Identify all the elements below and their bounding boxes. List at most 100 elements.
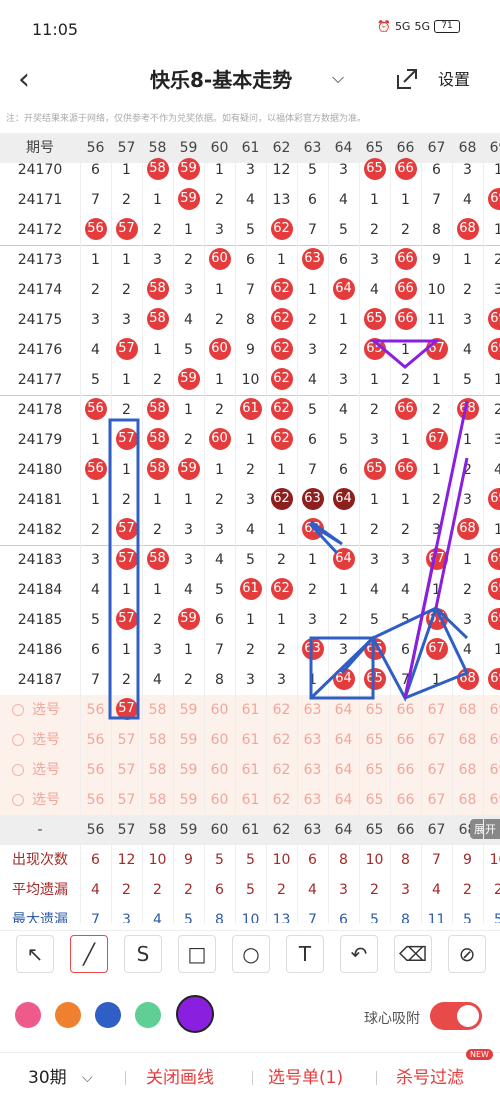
pick-cell[interactable]: 56: [80, 755, 111, 785]
pick-cell[interactable]: 58: [142, 755, 173, 785]
pick-cell[interactable]: 63: [297, 785, 328, 815]
pick-cell[interactable]: 57: [111, 695, 142, 725]
pick-cell[interactable]: 60: [204, 785, 235, 815]
pick-cell[interactable]: 62: [266, 725, 297, 755]
pick-cell[interactable]: 69: [483, 755, 500, 785]
pick-cell[interactable]: 69: [483, 695, 500, 725]
pick-cell[interactable]: 61: [235, 725, 266, 755]
eraser-tool[interactable]: ⌫: [394, 935, 432, 973]
pick-cell[interactable]: 64: [328, 695, 359, 725]
pick-cell[interactable]: 62: [266, 785, 297, 815]
pick-radio[interactable]: [12, 704, 24, 716]
pick-cell[interactable]: 66: [390, 695, 421, 725]
color-swatch[interactable]: [95, 1002, 121, 1028]
pick-cell[interactable]: 68: [452, 785, 483, 815]
pick-cell[interactable]: 57: [111, 785, 142, 815]
pick-cell[interactable]: 66: [390, 785, 421, 815]
grid-cell: 2: [370, 522, 379, 538]
color-swatch[interactable]: [135, 1002, 161, 1028]
line-tool[interactable]: ╱: [70, 935, 108, 973]
share-icon[interactable]: [395, 67, 419, 91]
number-ball: 60: [208, 248, 231, 270]
pick-cell[interactable]: 66: [390, 725, 421, 755]
pick-cell[interactable]: 60: [204, 755, 235, 785]
grid-cell: 1: [277, 522, 286, 538]
expand-button[interactable]: 展开: [470, 819, 500, 839]
clear-tool[interactable]: ⊘: [448, 935, 486, 973]
pick-radio[interactable]: [12, 734, 24, 746]
pick-cell[interactable]: 56: [80, 785, 111, 815]
pick-cell[interactable]: 56: [80, 725, 111, 755]
pick-cell[interactable]: 68: [452, 755, 483, 785]
grid-cell: 3: [184, 552, 193, 568]
pick-cell[interactable]: 64: [328, 785, 359, 815]
pick-label[interactable]: 选号: [0, 785, 80, 815]
period-select[interactable]: 30期: [28, 1065, 67, 1091]
pick-cell[interactable]: 63: [297, 725, 328, 755]
pick-cell[interactable]: 59: [173, 755, 204, 785]
pick-cell[interactable]: 57: [111, 755, 142, 785]
pick-cell[interactable]: 61: [235, 785, 266, 815]
pick-cell[interactable]: 65: [359, 695, 390, 725]
pick-cell[interactable]: 58: [142, 695, 173, 725]
color-swatch[interactable]: [55, 1002, 81, 1028]
pick-cell[interactable]: 61: [235, 755, 266, 785]
pick-label[interactable]: 选号: [0, 695, 80, 725]
pick-cell[interactable]: 64: [328, 725, 359, 755]
number-ball: 69: [487, 548, 500, 570]
snap-toggle[interactable]: [430, 1002, 482, 1030]
back-button[interactable]: ‹: [18, 64, 30, 96]
pick-cell[interactable]: 56: [80, 695, 111, 725]
pick-cell[interactable]: 67: [421, 755, 452, 785]
pick-cell[interactable]: 59: [173, 695, 204, 725]
pick-cell[interactable]: 66: [390, 755, 421, 785]
grid-cell: 4: [246, 192, 255, 208]
pick-cell[interactable]: 68: [452, 695, 483, 725]
pick-radio[interactable]: [12, 794, 24, 806]
pick-cell[interactable]: 65: [359, 755, 390, 785]
pick-cell[interactable]: 58: [142, 785, 173, 815]
circle-tool[interactable]: ○: [232, 935, 270, 973]
pick-cell[interactable]: 58: [142, 725, 173, 755]
settings-button[interactable]: 设置: [438, 64, 470, 96]
pick-cell[interactable]: 67: [421, 725, 452, 755]
text-tool[interactable]: T: [286, 935, 324, 973]
grid-cell: 1: [122, 642, 131, 658]
pick-cell[interactable]: 67: [421, 785, 452, 815]
page-title[interactable]: 快乐8-基本走势: [150, 64, 292, 96]
close-lines-button[interactable]: 关闭画线: [146, 1065, 214, 1091]
pick-cell[interactable]: 59: [173, 725, 204, 755]
pick-cell[interactable]: 67: [421, 695, 452, 725]
pick-cell[interactable]: 63: [297, 695, 328, 725]
selected-ball[interactable]: 57: [115, 698, 138, 720]
pick-cell[interactable]: 69: [483, 785, 500, 815]
color-swatch[interactable]: [176, 995, 214, 1033]
pick-cell[interactable]: 60: [204, 725, 235, 755]
rect-tool[interactable]: □: [178, 935, 216, 973]
pick-cell[interactable]: 65: [359, 785, 390, 815]
pick-cell[interactable]: 60: [204, 695, 235, 725]
number-ball: 57: [115, 608, 138, 630]
pick-cell[interactable]: 57: [111, 725, 142, 755]
pick-cell[interactable]: 59: [173, 785, 204, 815]
chevron-down-icon-2[interactable]: ⌵: [82, 1065, 93, 1091]
pick-label[interactable]: 选号: [0, 755, 80, 785]
kill-filter-button[interactable]: 杀号过滤: [396, 1065, 464, 1091]
pick-cell[interactable]: 62: [266, 755, 297, 785]
pick-radio[interactable]: [12, 764, 24, 776]
pick-cell[interactable]: 65: [359, 725, 390, 755]
pick-cell[interactable]: 63: [297, 755, 328, 785]
pick-cell[interactable]: 69: [483, 725, 500, 755]
pick-cell[interactable]: 68: [452, 725, 483, 755]
color-swatch[interactable]: [15, 1002, 41, 1028]
arrow-tool[interactable]: ↖: [16, 935, 54, 973]
pick-cell[interactable]: 61: [235, 695, 266, 725]
chevron-down-icon[interactable]: ⌵: [332, 62, 344, 94]
pick-cell[interactable]: 62: [266, 695, 297, 725]
curve-tool[interactable]: S: [124, 935, 162, 973]
stats-row: 出现次数 6 12 10 9 5 5 10 6 8 10 8 7 9 10: [0, 845, 500, 875]
undo-tool[interactable]: ↶: [340, 935, 378, 973]
pick-cell[interactable]: 64: [328, 755, 359, 785]
pick-list-button[interactable]: 选号单(1): [268, 1065, 343, 1091]
pick-label[interactable]: 选号: [0, 725, 80, 755]
